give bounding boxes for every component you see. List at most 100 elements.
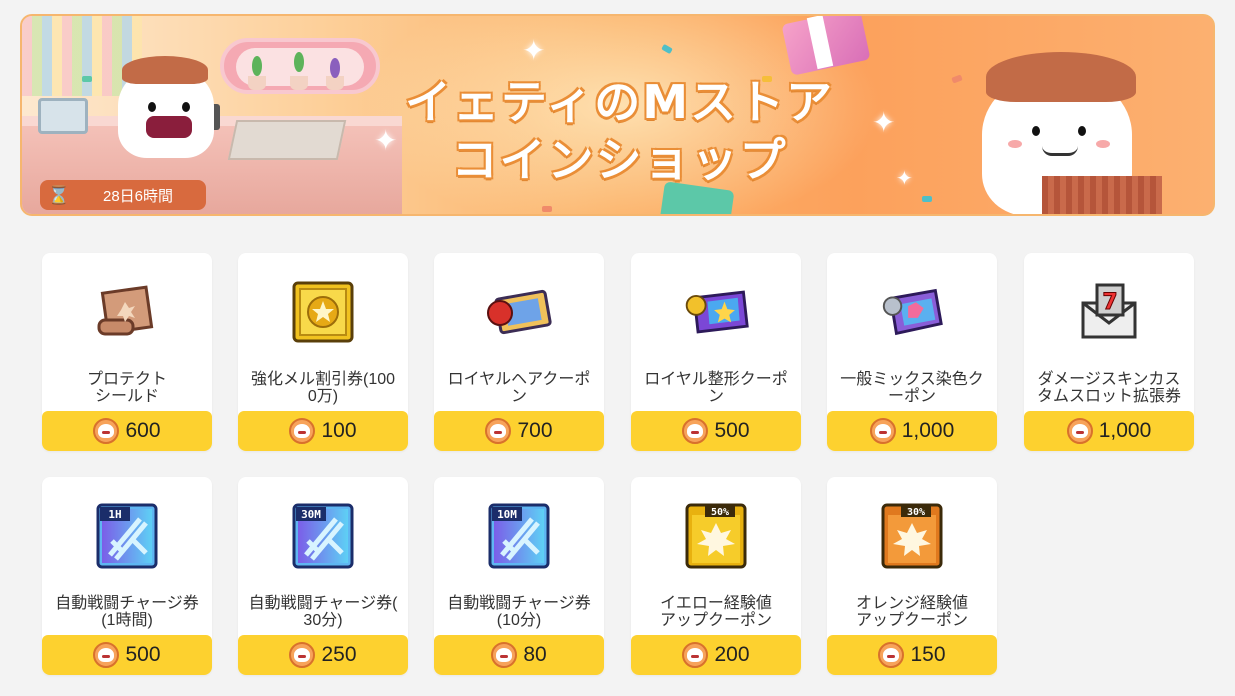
price-amount: 1,000 <box>901 419 955 442</box>
price-button[interactable]: 250 <box>238 635 408 675</box>
item-name-line: 強化メル割引券(100 <box>250 371 396 388</box>
damage-skin-envelope-icon: 7 <box>1074 277 1144 347</box>
shop-item-card[interactable]: ロイヤルヘアクーポン 700 <box>434 253 604 451</box>
item-name-line: オレンジ経験値 <box>855 595 968 612</box>
item-name: 強化メル割引券(100 0万) <box>242 371 404 405</box>
auto-battle-1h-icon: 1H <box>92 501 162 571</box>
yeti-coin-icon <box>878 642 905 668</box>
yeti-coin-icon <box>93 642 120 668</box>
item-name-line: ダメージスキンカス <box>1037 371 1181 388</box>
shop-item-card[interactable]: プロテクト シールド 600 <box>42 253 212 451</box>
item-name-line: プロテクト <box>86 371 167 388</box>
hourglass-icon: ⌛ <box>47 184 71 206</box>
item-name-line: アップクーポン <box>659 612 772 629</box>
yellow-exp-coupon-icon: 50% <box>681 501 751 571</box>
item-name-line: ン <box>707 388 724 405</box>
price-button[interactable]: 150 <box>827 635 997 675</box>
svg-text:10M: 10M <box>497 508 517 521</box>
yeti-coin-icon <box>682 642 709 668</box>
svg-text:1H: 1H <box>108 508 121 521</box>
shop-item-card[interactable]: 50% イエロー経験値 アップクーポン 200 <box>631 477 801 675</box>
yeti-coin-icon <box>485 418 512 444</box>
price-button[interactable]: 100 <box>238 411 408 451</box>
price-button[interactable]: 700 <box>434 411 604 451</box>
item-name-line: 自動戦闘チャージ券 <box>55 595 199 612</box>
shop-item-card[interactable]: 1H 自動戦闘チャージ券 (1時間) 500 <box>42 477 212 675</box>
price-button[interactable]: 200 <box>631 635 801 675</box>
item-name: 一般ミックス染色ク ーポン <box>831 371 993 405</box>
item-name-line: アップクーポン <box>855 612 968 629</box>
shop-item-card[interactable]: 30% オレンジ経験値 アップクーポン 150 <box>827 477 997 675</box>
item-name-line: (1時間) <box>101 612 153 629</box>
auto-battle-10m-icon: 10M <box>484 501 554 571</box>
price-amount: 700 <box>517 419 553 442</box>
price-button[interactable]: 1,000 <box>1024 411 1194 451</box>
shop-item-card[interactable]: 10M 自動戦闘チャージ券 (10分) 80 <box>434 477 604 675</box>
item-name-line: 自動戦闘チャージ券( <box>248 595 398 612</box>
item-name-line: ン <box>510 388 527 405</box>
item-name: 自動戦闘チャージ券 (1時間) <box>46 595 208 629</box>
svg-text:7: 7 <box>1102 290 1117 315</box>
item-name: イエロー経験値 アップクーポン <box>635 595 797 629</box>
price-button[interactable]: 500 <box>631 411 801 451</box>
royal-face-coupon-icon <box>681 277 751 347</box>
yeti-coin-icon <box>869 418 896 444</box>
item-name-line: ーポン <box>887 388 936 405</box>
item-name-line: 一般ミックス染色ク <box>840 371 984 388</box>
mix-dye-coupon-icon <box>877 277 947 347</box>
sparkle-icon: ✦ <box>522 34 546 67</box>
item-name: ロイヤル整形クーポン <box>635 371 797 405</box>
shop-item-card[interactable]: 強化メル割引券(100 0万) 100 <box>238 253 408 451</box>
gold-coin-coupon-icon <box>288 277 358 347</box>
yeti-coin-icon <box>491 642 518 668</box>
item-name-line: タムスロット拡張券 <box>1036 388 1181 405</box>
item-name: プロテクト シールド <box>46 371 208 405</box>
shop-item-card[interactable]: ロイヤル整形クーポン 500 <box>631 253 801 451</box>
royal-hair-coupon-icon <box>484 277 554 347</box>
item-name: オレンジ経験値 アップクーポン <box>831 595 993 629</box>
item-name: 自動戦闘チャージ券 (10分) <box>438 595 600 629</box>
item-name-line: (10分) <box>496 612 542 629</box>
yeti-coin-icon <box>289 642 316 668</box>
price-amount: 200 <box>714 643 750 666</box>
shop-banner: ✦ ✦ ✦ ✦ イェティのMストア コインショップ ⌛ 28日6時間 <box>20 14 1215 216</box>
item-name-line: イエロー経験値 <box>660 595 772 612</box>
svg-text:50%: 50% <box>711 507 729 518</box>
yeti-coin-icon <box>682 418 709 444</box>
orange-exp-coupon-icon: 30% <box>877 501 947 571</box>
item-name-line: 自動戦闘チャージ券 <box>447 595 591 612</box>
item-name-line: 30分) <box>303 612 343 629</box>
shop-item-card[interactable]: 30M 自動戦闘チャージ券(30分) 250 <box>238 477 408 675</box>
item-name-line: ロイヤルヘアクーポ <box>447 371 591 388</box>
yeti-coin-icon <box>93 418 120 444</box>
timer-text: 28日6時間 <box>102 187 174 205</box>
price-amount: 500 <box>714 419 750 442</box>
price-amount: 500 <box>125 643 161 666</box>
yeti-coin-icon <box>1066 418 1093 444</box>
price-amount: 100 <box>321 419 357 442</box>
timer-badge: ⌛ 28日6時間 <box>40 180 206 210</box>
price-button[interactable]: 500 <box>42 635 212 675</box>
yeti-coin-icon <box>289 418 316 444</box>
price-button[interactable]: 600 <box>42 411 212 451</box>
item-name: ダメージスキンカス タムスロット拡張券 <box>1028 371 1190 405</box>
item-name-line: シールド <box>94 388 159 405</box>
price-amount: 250 <box>321 643 357 666</box>
svg-text:30M: 30M <box>301 508 321 521</box>
price-amount: 80 <box>523 643 547 666</box>
shop-item-card[interactable]: 一般ミックス染色ク ーポン 1,000 <box>827 253 997 451</box>
price-button[interactable]: 80 <box>434 635 604 675</box>
auto-battle-30m-icon: 30M <box>288 501 358 571</box>
item-name-line: ロイヤル整形クーポ <box>644 371 788 388</box>
item-name-line: 0万) <box>307 388 339 405</box>
item-name: ロイヤルヘアクーポン <box>438 371 600 405</box>
item-name: 自動戦闘チャージ券(30分) <box>242 595 404 629</box>
banner-title: イェティのMストア <box>404 75 834 129</box>
price-button[interactable]: 1,000 <box>827 411 997 451</box>
scroll-icon <box>92 277 162 347</box>
shop-item-card[interactable]: 7 ダメージスキンカス タムスロット拡張券 1,000 <box>1024 253 1194 451</box>
price-amount: 600 <box>125 419 161 442</box>
price-amount: 1,000 <box>1098 419 1152 442</box>
price-amount: 150 <box>910 643 946 666</box>
svg-text:30%: 30% <box>907 507 925 518</box>
